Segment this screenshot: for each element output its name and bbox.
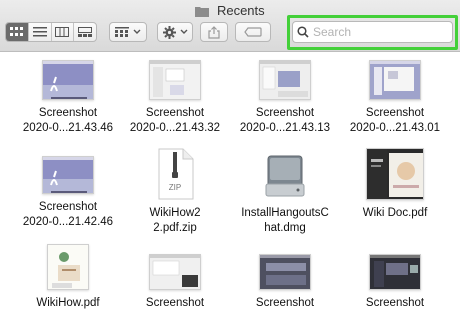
tag-icon [244, 27, 262, 37]
search-field[interactable] [292, 21, 453, 43]
tags-button[interactable] [235, 22, 271, 42]
zip-file-icon: ZIP [155, 148, 195, 200]
file-name: Screenshot 2020-0...21.43.13 [239, 107, 331, 134]
list-view-button[interactable] [29, 23, 52, 41]
view-switcher[interactable] [5, 22, 97, 42]
pdf-thumbnail [47, 244, 89, 290]
chevron-down-icon [180, 29, 187, 34]
screenshot-thumbnail [369, 254, 421, 290]
file-item[interactable]: InstallHangoutsC hat.dmg [230, 150, 340, 236]
window-title-text: Recents [216, 3, 265, 18]
column-view-button[interactable] [52, 23, 75, 41]
file-item[interactable]: Screenshot [340, 254, 450, 311]
file-name: Wiki Doc.pdf [362, 207, 428, 219]
chevron-down-icon [133, 29, 141, 34]
file-item[interactable]: Screenshot 2020-0...21.43.32 [120, 60, 230, 136]
file-name: Screenshot 2020-0...21.43.32 [129, 107, 221, 134]
group-grid-icon [115, 27, 129, 37]
file-name: Screenshot 2020-0...21.43.46 [22, 107, 114, 134]
zip-badge: ZIP [168, 183, 182, 192]
screenshot-thumbnail [149, 60, 201, 100]
share-icon [208, 25, 220, 39]
file-item[interactable]: Screenshot 2020-0...21.42.46 [13, 156, 123, 230]
icon-view-icon [9, 27, 23, 36]
list-view-icon [32, 27, 47, 37]
screenshot-thumbnail [149, 254, 201, 290]
file-name: Screenshot [145, 297, 205, 309]
gallery-view-icon [78, 27, 93, 37]
file-name: Screenshot [255, 297, 315, 309]
group-by-button[interactable] [109, 22, 147, 42]
file-name: Screenshot 2020-0...21.42.46 [22, 201, 114, 228]
pdf-thumbnail [366, 148, 424, 200]
screenshot-thumbnail [42, 156, 94, 194]
column-view-icon [55, 27, 70, 37]
screenshot-thumbnail [42, 60, 94, 100]
action-menu-button[interactable] [157, 22, 193, 42]
file-item[interactable]: Screenshot [230, 254, 340, 311]
screenshot-thumbnail [369, 60, 421, 100]
file-item[interactable]: Screenshot 2020-0...21.43.13 [230, 60, 340, 136]
file-name: WikiHow.pdf [36, 297, 100, 309]
disk-image-icon [262, 150, 308, 200]
file-name: InstallHangoutsC hat.dmg [241, 207, 329, 234]
search-input[interactable] [313, 25, 443, 39]
file-item[interactable]: Wiki Doc.pdf [340, 148, 450, 221]
file-item[interactable]: WikiHow.pdf [13, 244, 123, 311]
screenshot-thumbnail [259, 60, 311, 100]
folder-icon [195, 7, 210, 17]
file-item[interactable]: Screenshot 2020-0...21.43.46 [13, 60, 123, 136]
file-item[interactable]: ZIP WikiHow2 2.pdf.zip [120, 148, 230, 236]
file-name: Screenshot [365, 297, 425, 309]
icon-view-button[interactable] [6, 23, 29, 41]
search-icon [297, 26, 309, 38]
file-item[interactable]: Screenshot [120, 254, 230, 311]
share-button[interactable] [200, 22, 228, 42]
gear-icon [162, 25, 176, 39]
file-name: Screenshot 2020-0...21.43.01 [349, 107, 441, 134]
file-name: WikiHow2 2.pdf.zip [149, 207, 201, 234]
file-item[interactable]: Screenshot 2020-0...21.43.01 [340, 60, 450, 136]
gallery-view-button[interactable] [74, 23, 96, 41]
screenshot-thumbnail [259, 254, 311, 290]
